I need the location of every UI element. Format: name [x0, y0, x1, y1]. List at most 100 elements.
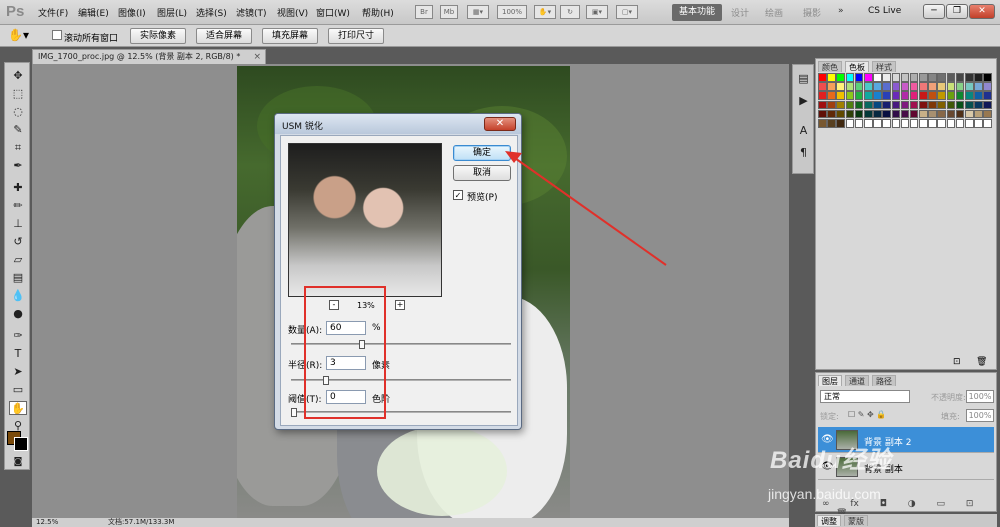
color-swatch[interactable] [946, 91, 956, 100]
color-swatch[interactable] [900, 73, 910, 82]
color-swatch[interactable] [873, 100, 882, 110]
color-swatch[interactable] [873, 109, 882, 119]
history-panel-icon[interactable]: ▤ [796, 71, 811, 86]
color-swatch[interactable] [845, 118, 855, 128]
gradient-tool-icon[interactable]: ▤ [9, 271, 27, 285]
tab-channels[interactable]: 通道 [845, 375, 869, 386]
color-swatch[interactable] [818, 109, 827, 119]
hand-tool-preset-icon[interactable]: ✋▾ [8, 28, 29, 42]
color-swatch[interactable] [882, 73, 891, 82]
color-swatch[interactable] [900, 91, 910, 100]
color-swatch[interactable] [919, 91, 928, 100]
color-swatch[interactable] [845, 100, 855, 110]
color-swatch[interactable] [854, 73, 864, 82]
workspace-photography[interactable]: 摄影 [803, 6, 821, 19]
zoom-readout[interactable]: 12.5% [36, 518, 58, 527]
dialog-close-icon[interactable]: ✕ [484, 117, 516, 131]
color-swatch[interactable] [836, 82, 845, 91]
rotate-view-icon[interactable]: ↻ [560, 5, 580, 19]
color-swatch[interactable] [937, 82, 947, 91]
tab-styles[interactable]: 样式 [872, 61, 896, 72]
color-swatch[interactable] [900, 109, 910, 119]
color-swatch[interactable] [955, 100, 965, 110]
color-swatch[interactable] [882, 100, 891, 110]
color-swatch[interactable] [854, 91, 864, 100]
color-swatch[interactable] [974, 100, 983, 110]
color-swatch[interactable] [863, 82, 873, 91]
color-swatch[interactable] [818, 118, 827, 128]
color-swatch[interactable] [937, 91, 947, 100]
color-swatch[interactable] [974, 73, 983, 82]
color-swatch[interactable] [909, 100, 919, 110]
document-tab[interactable]: IMG_1700_proc.jpg @ 12.5% (背景 副本 2, RGB/… [32, 49, 266, 64]
adjustment-layer-icon[interactable]: ◑ [908, 499, 916, 509]
menu-edit[interactable]: 编辑(E) [78, 6, 109, 19]
preview-checkbox[interactable]: ✓ [453, 190, 463, 200]
color-swatch[interactable] [863, 73, 873, 82]
print-size-button[interactable]: 打印尺寸 [328, 28, 384, 44]
fill-input[interactable]: 100% [966, 409, 994, 422]
color-swatch[interactable] [900, 82, 910, 91]
color-swatch[interactable] [909, 91, 919, 100]
color-swatch[interactable] [882, 118, 891, 128]
shape-tool-icon[interactable]: ▭ [9, 383, 27, 397]
new-group-icon[interactable]: ▭ [936, 499, 945, 509]
color-swatch[interactable] [937, 118, 947, 128]
color-swatch[interactable] [854, 109, 864, 119]
color-swatch[interactable] [873, 82, 882, 91]
color-swatch[interactable] [955, 73, 965, 82]
pen-tool-icon[interactable]: ✑ [9, 329, 27, 343]
tab-masks[interactable]: 蒙版 [844, 515, 868, 526]
color-swatch[interactable] [891, 109, 901, 119]
color-swatch[interactable] [983, 73, 992, 82]
color-swatch[interactable] [928, 91, 937, 100]
path-select-tool-icon[interactable]: ➤ [9, 365, 27, 379]
tab-color[interactable]: 颜色 [818, 61, 842, 72]
color-swatch[interactable] [845, 73, 855, 82]
workspace-design[interactable]: 设计 [731, 6, 749, 19]
color-swatch[interactable] [827, 82, 836, 91]
minimize-icon[interactable]: ─ [923, 4, 945, 19]
color-swatch[interactable] [983, 109, 992, 119]
color-swatch[interactable] [974, 82, 983, 91]
color-swatch[interactable] [919, 100, 928, 110]
menu-view[interactable]: 视图(V) [277, 6, 308, 19]
color-swatch[interactable] [827, 109, 836, 119]
menu-help[interactable]: 帮助(H) [362, 6, 394, 19]
color-swatch[interactable] [854, 100, 864, 110]
close-icon[interactable]: ✕ [969, 4, 995, 19]
more-workspaces[interactable]: » [838, 6, 844, 16]
lock-icons[interactable]: ☐ ✎ ✥ 🔒 [848, 410, 886, 419]
color-swatch[interactable] [965, 118, 974, 128]
color-swatch[interactable] [955, 91, 965, 100]
actions-panel-icon[interactable]: ▶ [796, 93, 811, 108]
minibridge-icon[interactable]: Mb [440, 5, 458, 19]
color-swatch[interactable] [955, 109, 965, 119]
blend-mode-select[interactable]: 正常 [820, 390, 910, 403]
color-swatch[interactable] [955, 118, 965, 128]
menu-image[interactable]: 图像(I) [118, 6, 146, 19]
color-swatch[interactable] [909, 118, 919, 128]
quick-mask-icon[interactable]: ◙ [9, 455, 27, 469]
character-panel-icon[interactable]: A [796, 123, 811, 138]
tab-layers[interactable]: 图层 [818, 375, 842, 386]
color-swatch[interactable] [873, 91, 882, 100]
color-swatch[interactable] [946, 100, 956, 110]
color-swatch[interactable] [836, 73, 845, 82]
color-swatch[interactable] [909, 73, 919, 82]
close-tab-icon[interactable]: × [253, 50, 261, 64]
eraser-tool-icon[interactable]: ▱ [9, 253, 27, 267]
color-swatch[interactable] [983, 82, 992, 91]
fill-screen-button[interactable]: 填充屏幕 [262, 28, 318, 44]
threshold-slider-thumb[interactable] [291, 408, 297, 417]
color-swatch[interactable] [882, 82, 891, 91]
color-swatch[interactable] [919, 109, 928, 119]
ok-button[interactable]: 确定 [453, 145, 511, 161]
arrange-docs-icon[interactable]: ▣▾ [586, 5, 608, 19]
zoom-level-dropdown[interactable]: 100% [497, 5, 527, 19]
cs-live-button[interactable]: CS Live [868, 6, 901, 16]
new-layer-icon[interactable]: ⊡ [966, 499, 974, 509]
color-swatch[interactable] [827, 91, 836, 100]
color-swatch[interactable] [928, 73, 937, 82]
zoom-in-button[interactable]: + [395, 300, 405, 310]
